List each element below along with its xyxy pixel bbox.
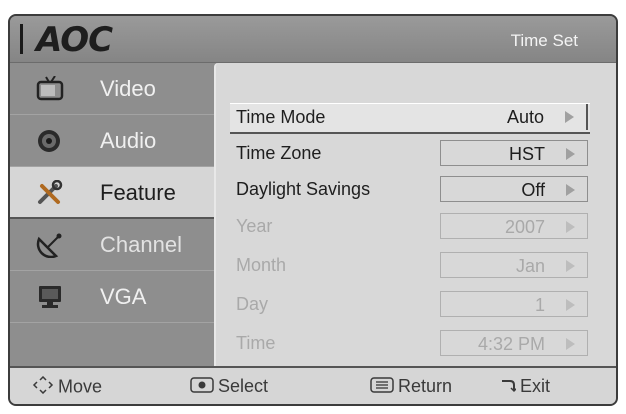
setting-value: Auto	[506, 107, 544, 127]
setting-label: Year	[236, 216, 273, 236]
tv-icon	[36, 75, 64, 102]
tools-icon	[36, 179, 64, 206]
setting-label: Time Zone	[236, 143, 322, 163]
setting-value-box[interactable]: Auto	[440, 104, 588, 130]
setting-row-time-mode[interactable]: Time Mode Auto	[230, 103, 590, 134]
exit-arrow-icon	[500, 377, 518, 398]
arrow-right-icon	[566, 221, 575, 233]
osd-menu: AOC Time Set Video Audio Feature Channel…	[8, 14, 618, 406]
arrow-right-icon	[566, 299, 575, 311]
setting-row-time-zone[interactable]: Time Zone HST	[230, 140, 590, 168]
sidebar-item-channel[interactable]: Channel	[10, 219, 220, 271]
sidebar-item-video[interactable]: Video	[10, 63, 220, 115]
setting-row-time: Time 4:32 PM	[230, 330, 590, 358]
setting-value-box[interactable]: HST	[440, 140, 588, 166]
setting-label: Day	[236, 294, 269, 314]
sidebar-item-label: Channel	[100, 232, 182, 257]
setting-row-month: Month Jan	[230, 252, 590, 280]
setting-label: Daylight Savings	[236, 179, 371, 199]
setting-row-daylight-savings[interactable]: Daylight Savings Off	[230, 176, 590, 204]
setting-label: Time Mode	[236, 107, 326, 127]
page-title: Time Set	[510, 31, 578, 50]
setting-row-day: Day 1	[230, 291, 590, 319]
sidebar-item-label: Audio	[100, 128, 157, 153]
setting-value-box: 4:32 PM	[440, 330, 588, 356]
arrow-right-icon	[565, 111, 574, 123]
setting-value-box: Jan	[440, 252, 588, 278]
hint-select: Select	[190, 376, 268, 398]
arrow-right-icon	[566, 148, 575, 160]
sidebar-item-label: VGA	[100, 284, 147, 309]
header-accent-bar	[20, 24, 23, 54]
setting-value: HST	[509, 144, 545, 164]
speaker-icon	[36, 128, 64, 154]
hint-move: Move	[32, 375, 103, 399]
satellite-dish-icon	[36, 232, 64, 259]
arrow-right-icon	[566, 338, 575, 350]
aoc-logo: AOC	[36, 20, 113, 60]
select-button-icon	[190, 377, 214, 398]
move-arrows-icon	[32, 375, 54, 399]
sidebar-item-feature[interactable]: Feature	[10, 167, 216, 219]
setting-value-box: 1	[440, 291, 588, 317]
sidebar-item-vga[interactable]: VGA	[10, 271, 220, 323]
setting-value: 1	[534, 295, 545, 315]
hint-return: Return	[370, 376, 452, 398]
setting-value-box[interactable]: Off	[440, 176, 588, 202]
sidebar-item-audio[interactable]: Audio	[10, 115, 220, 167]
hint-exit: Exit	[500, 376, 550, 398]
menu-header: AOC Time Set	[10, 16, 616, 64]
hint-label: Select	[218, 376, 269, 396]
footer-hints: Move Select Return Exit	[10, 366, 616, 404]
setting-row-year: Year 2007	[230, 213, 590, 241]
hint-label: Exit	[520, 376, 551, 396]
setting-value-box: 2007	[440, 213, 588, 239]
hint-label: Move	[58, 376, 103, 397]
setting-value: Jan	[515, 256, 545, 276]
sidebar-item-label: Video	[100, 76, 156, 101]
arrow-right-icon	[566, 260, 575, 272]
sidebar-item-label: Feature	[100, 180, 176, 205]
hint-label: Return	[398, 376, 453, 396]
sidebar: Video Audio Feature Channel VGA	[10, 63, 220, 367]
setting-label: Month	[236, 255, 287, 275]
setting-value: Off	[521, 180, 545, 200]
monitor-icon	[36, 284, 64, 310]
setting-value: 4:32 PM	[477, 334, 545, 354]
setting-value: 2007	[504, 217, 545, 237]
arrow-right-icon	[566, 184, 575, 196]
settings-panel: Time Mode Auto Time Zone HST Daylight Sa…	[214, 63, 616, 368]
setting-label: Time	[236, 333, 276, 353]
menu-button-icon	[370, 377, 394, 398]
